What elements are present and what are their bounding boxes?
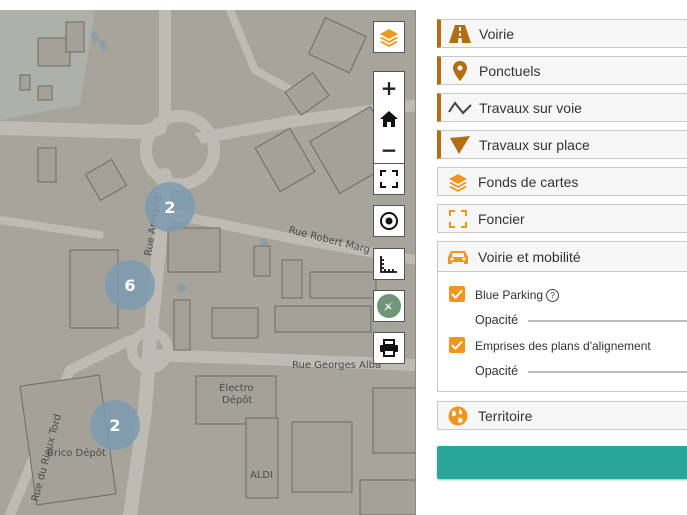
place-label: Électro xyxy=(219,383,254,394)
opacity-slider[interactable] xyxy=(528,371,687,373)
compass-button[interactable] xyxy=(373,290,405,322)
layers-button[interactable] xyxy=(373,21,405,53)
layer-label: Voirie xyxy=(479,25,515,42)
layers-icon xyxy=(380,29,398,47)
layer-label: Voirie et mobilité xyxy=(478,248,581,265)
help-icon[interactable]: ? xyxy=(546,289,560,302)
line-icon xyxy=(441,100,479,116)
map-pin-icon xyxy=(441,60,479,81)
layer-label: Fonds de cartes xyxy=(478,173,579,190)
blue-parking-label: Blue Parking? xyxy=(475,288,560,302)
layer-foncier[interactable]: Foncier xyxy=(437,204,687,233)
frame-icon xyxy=(438,209,478,228)
opacity-label: Opacité xyxy=(475,313,519,327)
map-basemap xyxy=(0,10,415,515)
emprises-checkbox[interactable] xyxy=(449,337,465,353)
locate-icon xyxy=(380,212,398,230)
emprises-label: Emprises des plans d'alignement xyxy=(475,339,651,353)
layer-voirie-et-mobilite[interactable]: Voirie et mobilité xyxy=(437,241,687,272)
place-label: Dépôt xyxy=(222,395,253,406)
layer-label: Territoire xyxy=(478,407,533,424)
print-icon xyxy=(380,339,398,357)
action-button[interactable] xyxy=(437,446,687,479)
measure-button[interactable] xyxy=(373,248,405,280)
home-icon xyxy=(380,110,398,127)
layer-fonds-de-cartes[interactable]: Fonds de cartes xyxy=(437,167,687,196)
opacity-label: Opacité xyxy=(475,364,519,378)
layer-travaux-sur-place[interactable]: Travaux sur place xyxy=(437,130,687,159)
opacity-slider[interactable] xyxy=(528,320,687,322)
street-label: Rue Georges Alba xyxy=(292,360,382,371)
print-button[interactable] xyxy=(373,332,405,364)
fullscreen-button[interactable] xyxy=(373,163,405,195)
triangle-icon xyxy=(441,135,479,154)
layer-panel: Voirie Ponctuels Travaux sur voie Travau… xyxy=(437,0,687,515)
place-label: Brico Dépôt xyxy=(47,448,106,459)
compass-icon xyxy=(377,294,401,318)
marker-cluster[interactable]: 2 xyxy=(145,182,195,232)
zoom-in-button[interactable]: + xyxy=(374,72,404,103)
marker-cluster[interactable]: 2 xyxy=(90,400,140,450)
layer-label: Travaux sur voie xyxy=(479,99,582,116)
layer-label: Travaux sur place xyxy=(479,136,590,153)
road-icon xyxy=(441,24,479,43)
layer-ponctuels[interactable]: Ponctuels xyxy=(437,56,687,85)
blue-parking-checkbox[interactable] xyxy=(449,286,465,302)
mobility-sublayers: Blue Parking? Opacité Emprises des plans… xyxy=(437,272,687,392)
fullscreen-icon xyxy=(380,170,398,188)
home-button[interactable] xyxy=(374,103,404,134)
marker-cluster[interactable]: 6 xyxy=(105,260,155,310)
layers-icon xyxy=(438,171,478,193)
layer-travaux-sur-voie[interactable]: Travaux sur voie xyxy=(437,93,687,122)
zoom-out-button[interactable]: − xyxy=(374,134,404,165)
zoom-control: + − xyxy=(373,71,405,165)
layer-label: Foncier xyxy=(478,210,525,227)
car-icon xyxy=(438,248,478,266)
ruler-icon xyxy=(380,256,397,273)
map-view[interactable]: Rue Armand Rue Robert Marg Rue Georges A… xyxy=(0,10,416,515)
layer-voirie[interactable]: Voirie xyxy=(437,19,687,48)
globe-icon xyxy=(438,406,478,426)
place-label: ALDI xyxy=(250,470,274,481)
layer-label: Ponctuels xyxy=(479,62,541,79)
locate-button[interactable] xyxy=(373,205,405,237)
layer-territoire[interactable]: Territoire xyxy=(437,401,687,430)
